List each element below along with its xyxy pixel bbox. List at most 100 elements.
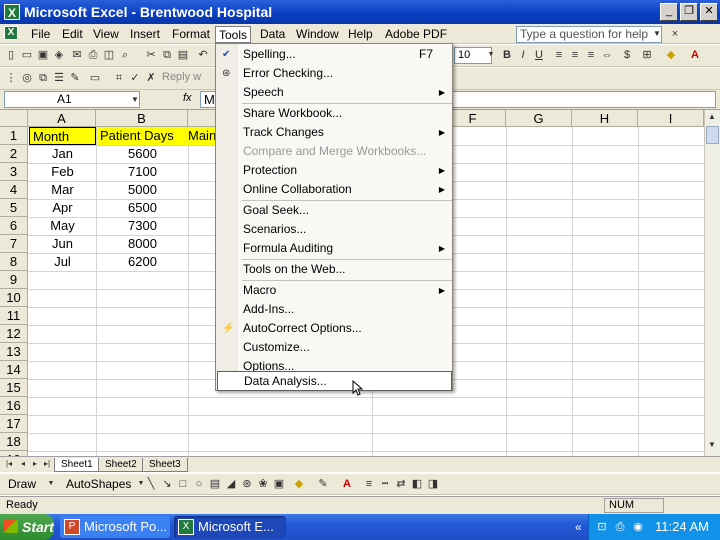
month-cell[interactable]: May <box>29 217 96 235</box>
reviewing-icon[interactable]: ✎ <box>68 71 82 85</box>
month-cell[interactable]: Mar <box>29 181 96 199</box>
underline-icon[interactable]: U <box>532 48 546 62</box>
clock[interactable]: 11:24 AM <box>655 514 709 540</box>
menu-item-macro[interactable]: Macro ▶ <box>217 281 452 300</box>
row-header[interactable]: 3 <box>0 163 28 181</box>
wordart-icon[interactable]: ◢ <box>224 477 238 491</box>
textbox-icon[interactable]: ▤ <box>208 477 222 491</box>
menu-item-data-analysis[interactable]: Data Analysis... <box>217 371 452 391</box>
copy-icon[interactable]: ⧉ <box>160 48 174 62</box>
reject-icon[interactable]: ✗ <box>144 71 158 85</box>
select-all-corner[interactable] <box>0 110 28 127</box>
menu-format[interactable]: Format <box>169 26 213 43</box>
menu-item-track-changes[interactable]: Track Changes ▶ <box>217 123 452 142</box>
email-icon[interactable]: ✉ <box>70 48 84 62</box>
arrow-style-icon[interactable]: ⇄ <box>394 477 408 491</box>
scroll-up-icon[interactable]: ▲ <box>705 110 719 124</box>
row-header[interactable]: 1 <box>0 127 28 145</box>
dash-style-icon[interactable]: ┅ <box>378 477 392 491</box>
patient-days-cell[interactable]: 5000 <box>97 181 188 199</box>
volume-icon[interactable]: ◉ <box>631 520 645 534</box>
row-header[interactable]: 15 <box>0 379 28 397</box>
align-center-icon[interactable]: ≡ <box>568 48 582 62</box>
column-header[interactable]: H <box>572 110 638 127</box>
row-header[interactable]: 7 <box>0 235 28 253</box>
align-left-icon[interactable]: ≡ <box>552 48 566 62</box>
menu-item-goal-seek[interactable]: Goal Seek... <box>217 201 452 220</box>
menu-tools[interactable]: Tools <box>215 26 252 43</box>
menu-item-customize[interactable]: Customize... <box>217 338 452 357</box>
sheet-tab-3[interactable]: Sheet3 <box>142 458 188 472</box>
column-header[interactable]: B <box>96 110 188 127</box>
patient-days-cell[interactable]: 5600 <box>97 145 188 163</box>
row-header[interactable]: 4 <box>0 181 28 199</box>
row-header[interactable]: 17 <box>0 415 28 433</box>
menu-item-tools-on-web[interactable]: Tools on the Web... <box>217 260 452 279</box>
column-header[interactable]: A <box>28 110 96 127</box>
research-icon[interactable]: ⌕ <box>118 48 132 62</box>
cell-c1[interactable]: Main <box>188 127 216 145</box>
font-color-icon[interactable]: A <box>340 477 354 491</box>
toolbar-grip-icon[interactable]: ⋮ <box>4 71 18 85</box>
menu-file[interactable]: File <box>28 26 53 43</box>
comment-icon[interactable]: ▭ <box>88 71 102 85</box>
close-button[interactable]: ✕ <box>700 3 718 21</box>
draw-menu-button[interactable]: Draw <box>8 477 36 491</box>
print-preview-icon[interactable]: ◫ <box>102 48 116 62</box>
name-box[interactable]: A1 <box>4 91 140 108</box>
help-question-input[interactable]: Type a question for help <box>516 26 662 43</box>
patient-days-cell[interactable]: 7100 <box>97 163 188 181</box>
chevron-down-icon[interactable]: ▼ <box>650 27 664 41</box>
function-icon[interactable]: fx <box>183 92 192 104</box>
menu-item-scenarios[interactable]: Scenarios... <box>217 220 452 239</box>
menu-item-spelling[interactable]: ✔ Spelling... F7 <box>217 45 452 64</box>
menu-window[interactable]: Window <box>293 26 342 43</box>
line-color-icon[interactable]: ✎ <box>316 477 330 491</box>
menu-item-formula-auditing[interactable]: Formula Auditing ▶ <box>217 239 452 258</box>
reply-with-changes-button[interactable]: Reply w <box>162 71 201 83</box>
vertical-scrollbar[interactable]: ▲ ▼ <box>704 110 720 456</box>
menu-item-error-checking[interactable]: ⊛ Error Checking... <box>217 64 452 83</box>
menu-help[interactable]: Help <box>345 26 376 43</box>
name-box-dropdown-icon[interactable]: ▼ <box>128 93 142 107</box>
row-header[interactable]: 18 <box>0 433 28 451</box>
menu-item-add-ins[interactable]: Add-Ins... <box>217 300 452 319</box>
bold-icon[interactable]: B <box>500 48 514 62</box>
row-header[interactable]: 5 <box>0 199 28 217</box>
fill-color-icon[interactable]: ◆ <box>292 477 306 491</box>
shadow-icon[interactable]: ◧ <box>410 477 424 491</box>
minimize-button[interactable]: _ <box>660 3 678 21</box>
track-icon[interactable]: ⌗ <box>112 71 126 85</box>
excel-app-icon[interactable]: X <box>4 4 20 20</box>
row-header[interactable]: 8 <box>0 253 28 271</box>
clipart-icon[interactable]: ❀ <box>256 477 270 491</box>
month-cell[interactable]: Feb <box>29 163 96 181</box>
row-header[interactable]: 12 <box>0 325 28 343</box>
compare-icon[interactable]: ⧉ <box>36 71 50 85</box>
row-header[interactable]: 2 <box>0 145 28 163</box>
menu-view[interactable]: View <box>90 26 122 43</box>
menu-data[interactable]: Data <box>257 26 288 43</box>
row-header[interactable]: 10 <box>0 289 28 307</box>
sheet-tab-1[interactable]: Sheet1 <box>54 458 100 472</box>
menu-insert[interactable]: Insert <box>127 26 163 43</box>
patient-days-cell[interactable]: 7300 <box>97 217 188 235</box>
first-sheet-icon[interactable]: |◂ <box>2 457 16 471</box>
help-close-icon[interactable]: × <box>668 27 682 41</box>
row-header[interactable]: 11 <box>0 307 28 325</box>
month-cell[interactable]: Apr <box>29 199 96 217</box>
save-icon[interactable]: ▣ <box>36 48 50 62</box>
picture-icon[interactable]: ▣ <box>272 477 286 491</box>
network-icon[interactable]: ⊡ <box>595 520 609 534</box>
discussion-icon[interactable]: ☰ <box>52 71 66 85</box>
menu-item-speech[interactable]: Speech ▶ <box>217 83 452 102</box>
draw-dropdown-icon[interactable]: ▼ <box>44 477 58 491</box>
fill-color-icon[interactable]: ◆ <box>664 48 678 62</box>
column-header[interactable]: I <box>638 110 704 127</box>
row-header[interactable]: 6 <box>0 217 28 235</box>
arrow-icon[interactable]: ↘ <box>160 477 174 491</box>
row-header[interactable]: 16 <box>0 397 28 415</box>
web-icon[interactable]: ◎ <box>20 71 34 85</box>
menu-item-online-collaboration[interactable]: Online Collaboration ▶ <box>217 180 452 199</box>
month-cell[interactable]: Jan <box>29 145 96 163</box>
